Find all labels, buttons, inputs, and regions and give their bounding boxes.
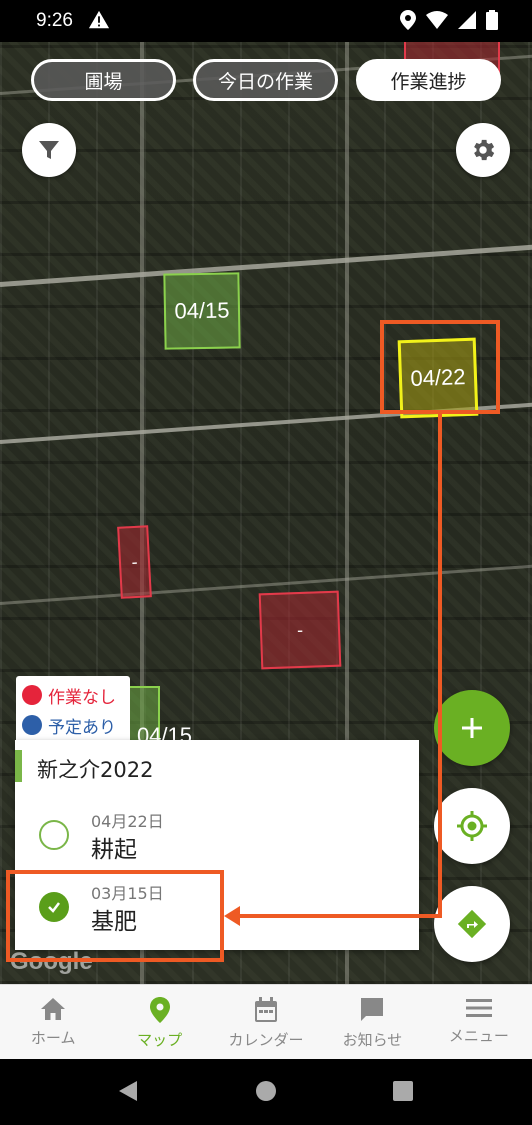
menu-icon bbox=[465, 999, 492, 1017]
map-pin-icon bbox=[149, 997, 170, 1023]
system-navigation-bar bbox=[0, 1059, 532, 1125]
back-icon[interactable] bbox=[117, 1079, 139, 1103]
bottom-navigation: ホーム マップ カレンダー お知らせ メニュー bbox=[0, 984, 532, 1059]
nav-label: マップ bbox=[137, 1031, 183, 1049]
nav-label: メニュー bbox=[448, 1027, 509, 1045]
nav-notifications[interactable]: お知らせ bbox=[319, 985, 425, 1059]
nav-label: カレンダー bbox=[228, 1031, 304, 1049]
message-icon bbox=[361, 998, 384, 1021]
nav-home[interactable]: ホーム bbox=[0, 985, 106, 1059]
home-circle-icon[interactable] bbox=[255, 1080, 277, 1102]
nav-map[interactable]: マップ bbox=[106, 985, 212, 1059]
nav-menu[interactable]: メニュー bbox=[426, 985, 532, 1059]
recents-icon[interactable] bbox=[393, 1081, 413, 1101]
nav-label: お知らせ bbox=[342, 1031, 403, 1049]
calendar-icon bbox=[255, 997, 278, 1022]
nav-calendar[interactable]: カレンダー bbox=[213, 985, 319, 1059]
nav-label: ホーム bbox=[30, 1029, 76, 1047]
home-icon bbox=[41, 998, 66, 1020]
annotation-arrow bbox=[224, 414, 442, 926]
